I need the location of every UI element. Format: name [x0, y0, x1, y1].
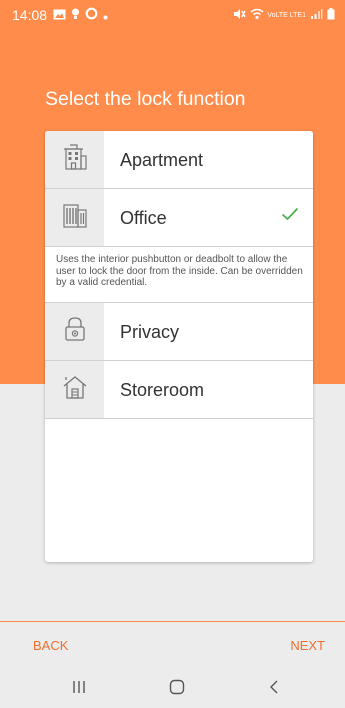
back-arrow-icon[interactable] — [262, 677, 286, 697]
volte-text: VoLTE LTE1 — [267, 11, 306, 19]
recent-apps-icon[interactable] — [67, 677, 91, 697]
mute-icon — [229, 7, 246, 23]
home-icon[interactable] — [165, 677, 189, 697]
office-description: Uses the interior pushbutton or deadbolt… — [45, 247, 313, 303]
option-label: Apartment — [120, 150, 204, 170]
option-storeroom[interactable]: Storeroom — [45, 361, 313, 419]
option-label: Office — [120, 208, 167, 228]
option-icon-cell — [45, 361, 104, 418]
system-nav-bar — [0, 667, 345, 708]
office-building-icon — [62, 202, 88, 233]
page-title: Select the lock function — [45, 88, 246, 110]
status-left: 14:08 — [12, 7, 113, 23]
lock-function-card: Apartment Office Uses the interior pushb… — [45, 131, 313, 562]
option-label: Storeroom — [120, 380, 205, 400]
more-notifications-dot-icon — [103, 7, 113, 23]
circle-notification-icon — [85, 7, 103, 23]
status-time: 14:08 — [12, 7, 48, 23]
storeroom-house-icon — [62, 375, 88, 404]
wifi-icon — [246, 7, 264, 23]
option-label: Privacy — [120, 322, 180, 342]
option-icon-cell — [45, 303, 104, 360]
option-privacy[interactable]: Privacy — [45, 303, 313, 361]
option-icon-cell — [45, 131, 104, 188]
next-button[interactable]: NEXT — [290, 638, 325, 653]
privacy-lock-icon — [63, 316, 87, 347]
option-icon-cell — [45, 189, 104, 246]
gallery-notification-icon — [53, 7, 71, 23]
bottom-action-bar: BACK NEXT — [0, 621, 345, 667]
status-bar: 14:08 VoLTE LTE1 — [0, 0, 345, 30]
selected-check-icon — [281, 207, 299, 226]
network-type-label: VoLTE LTE1 — [267, 12, 306, 19]
option-office[interactable]: Office — [45, 189, 313, 247]
back-button[interactable]: BACK — [33, 638, 68, 653]
status-right: VoLTE LTE1 — [229, 7, 335, 23]
apartment-building-icon — [63, 144, 87, 175]
signal-icon — [306, 7, 323, 23]
option-apartment[interactable]: Apartment — [45, 131, 313, 189]
location-notification-icon — [71, 7, 85, 23]
battery-icon — [323, 7, 335, 23]
